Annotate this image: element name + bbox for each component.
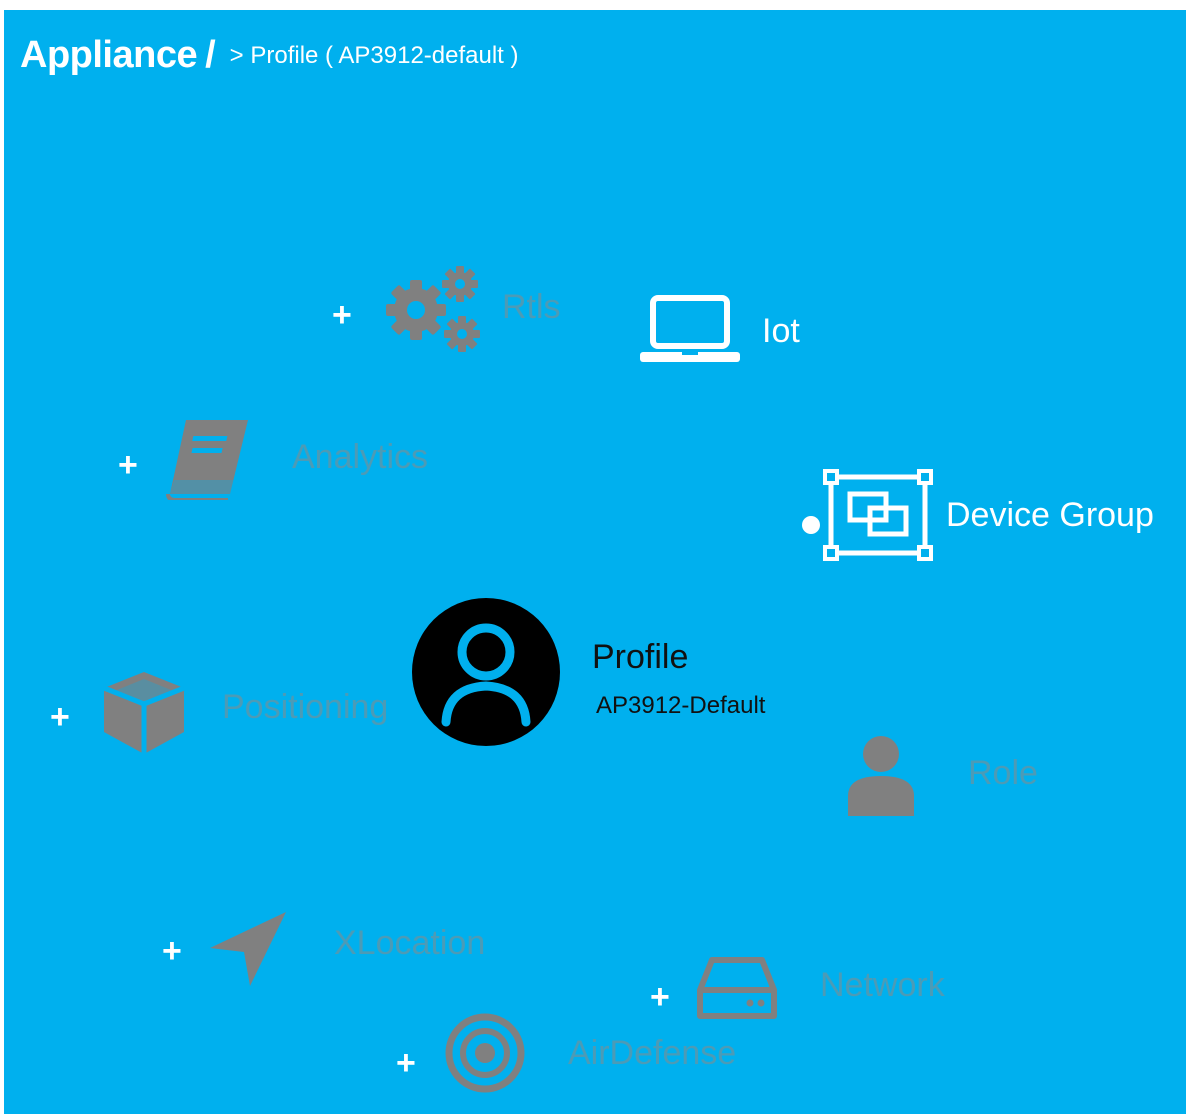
expand-airdefense-button[interactable]: + <box>396 1046 416 1080</box>
user-circle-icon[interactable] <box>412 598 560 746</box>
target-icon[interactable] <box>444 1012 526 1094</box>
xlocation-label[interactable]: XLocation <box>334 926 485 960</box>
location-arrow-icon[interactable] <box>208 910 290 988</box>
positioning-label[interactable]: Positioning <box>222 690 388 724</box>
connector-dot <box>802 516 820 534</box>
breadcrumb-current: > Profile ( AP3912-default ) <box>229 42 519 69</box>
network-label[interactable]: Network <box>820 968 945 1002</box>
role-label[interactable]: Role <box>968 756 1038 790</box>
breadcrumb-separator: / <box>205 34 216 76</box>
hard-drive-icon[interactable] <box>696 954 778 1022</box>
profile-subtitle: AP3912-Default <box>596 692 766 719</box>
expand-positioning-button[interactable]: + <box>50 700 70 734</box>
laptop-icon[interactable] <box>638 294 742 366</box>
device-group-label[interactable]: Device Group <box>946 498 1154 532</box>
rtls-label[interactable]: Rtls <box>502 290 561 324</box>
user-icon[interactable] <box>846 734 916 816</box>
expand-rtls-button[interactable]: + <box>332 298 352 332</box>
graph-canvas: Appliance / > Profile ( AP3912-default ) + <box>4 10 1186 1114</box>
device-group-icon[interactable] <box>822 468 934 562</box>
expand-xlocation-button[interactable]: + <box>162 934 182 968</box>
profile-title: Profile <box>592 638 689 676</box>
cube-icon[interactable] <box>100 668 188 758</box>
gears-icon[interactable] <box>378 262 488 354</box>
analytics-label[interactable]: Analytics <box>292 440 428 474</box>
iot-label[interactable]: Iot <box>762 314 800 348</box>
book-icon[interactable] <box>164 416 260 500</box>
breadcrumb-root[interactable]: Appliance <box>20 34 198 76</box>
breadcrumb: Appliance / > Profile ( AP3912-default ) <box>20 34 519 77</box>
airdefense-label[interactable]: AirDefense <box>568 1036 736 1070</box>
expand-analytics-button[interactable]: + <box>118 448 138 482</box>
expand-network-button[interactable]: + <box>650 980 670 1014</box>
